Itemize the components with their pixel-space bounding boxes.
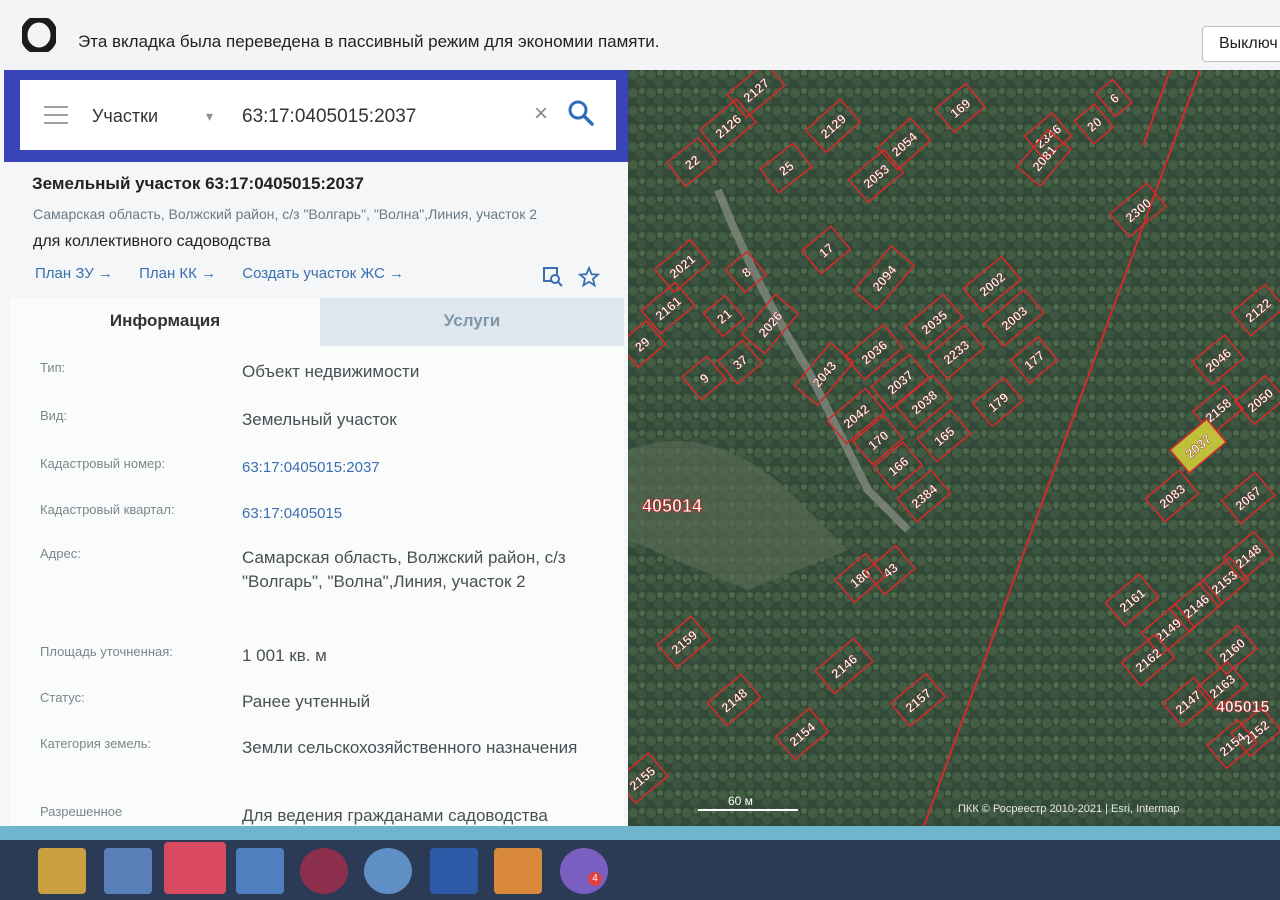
quarter-label-405014: 405014 [642,496,702,516]
object-title: Земельный участок 63:17:0405015:2037 [32,174,364,193]
object-address: Самарская область, Волжский район, с/з "… [33,206,537,222]
scale-label: 60 м [728,794,753,808]
row-label: Статус: [40,690,85,705]
cadastral-number-link[interactable]: 63:17:0405015:2037 [242,456,602,480]
row-value: Земельный участок [242,410,397,429]
quarter-label-405015: 405015 [1216,699,1269,716]
notification-badge: 4 [588,872,602,886]
chevron-down-icon[interactable]: ▾ [206,108,213,125]
search-bar: Участки ▾ × [4,70,628,162]
folder-icon[interactable] [38,848,86,894]
browser-notice-bar: Эта вкладка была переведена в пассивный … [0,0,1280,71]
row-label: Вид: [40,408,68,423]
search-type-select[interactable]: Участки [92,106,158,127]
tab-bar: Информация Услуги [10,298,624,348]
maps-icon[interactable] [236,848,284,894]
map-attribution: ПКК © Росреестр 2010-2021 | Esri, Interm… [958,803,1180,815]
search-input[interactable] [240,102,534,132]
zoom-to-icon[interactable] [542,266,564,288]
info-table: Тип: Объект недвижимости Вид: Земельный … [10,346,624,826]
row-value: Объект недвижимости [242,362,420,381]
row-label: Разрешенное [40,804,123,819]
plan-kk-link[interactable]: План КК → [139,265,216,282]
row-value: Ранее учтенный [242,692,371,711]
viber-icon[interactable] [560,848,608,894]
object-use: для коллективного садоводства [33,233,271,250]
info-panel: Участки ▾ × Земельный участок 63:17:0405… [0,70,628,826]
notice-text: Эта вкладка была переведена в пассивный … [78,32,660,51]
row-value: Для ведения гражданами садоводства [242,806,548,825]
word-icon[interactable] [430,848,478,894]
cadastral-map[interactable]: 2127 2126 2129 169 2054 2053 2346 2081 20 6 22 25 23… [628,70,1280,826]
row-value: Земли сельскохозяйственного назначения [242,738,578,757]
close-icon[interactable]: × [534,100,548,128]
row-value: Самарская область, Волжский район, с/з "… [242,548,566,591]
row-label: Адрес: [40,546,81,561]
search-icon[interactable] [566,98,596,128]
search-box: Участки ▾ × [20,80,616,150]
map-canvas[interactable]: 21272126 2129169205420532346208120622 2523… [628,70,1280,826]
plan-zu-link[interactable]: План ЗУ → [35,265,113,282]
taskbar: 4 [0,826,1280,900]
star-icon[interactable] [578,266,600,288]
media-icon[interactable] [300,848,348,894]
row-label: Площадь уточненная: [40,644,173,659]
create-parcel-link[interactable]: Создать участок ЖС → [242,265,404,282]
object-links: План ЗУ → План КК → Создать участок ЖС → [35,265,426,282]
disable-button[interactable]: Выключ [1202,26,1280,62]
row-label: Тип: [40,360,66,375]
cadastral-quarter-link[interactable]: 63:17:0405015 [242,502,602,526]
row-value: 1 001 кв. м [242,646,327,665]
store-icon[interactable] [104,848,152,894]
row-label: Кадастровый номер: [40,456,166,471]
row-label: Кадастровый квартал: [40,502,175,517]
chat-icon[interactable] [364,848,412,894]
tab-services[interactable]: Услуги [320,298,624,346]
opera-icon [22,18,56,52]
menu-icon[interactable] [44,106,68,124]
tab-information[interactable]: Информация [10,298,320,348]
row-label: Категория земель: [40,736,152,751]
files-icon[interactable] [494,848,542,894]
opera-icon[interactable] [164,842,226,894]
